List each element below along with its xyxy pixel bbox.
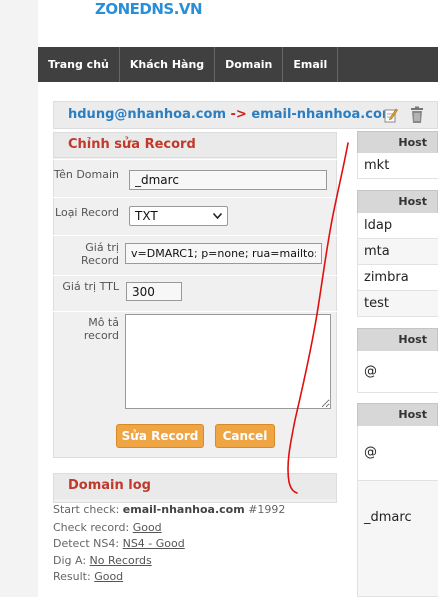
host-row: @ <box>357 351 438 393</box>
edit-record-title: Chỉnh sửa Record <box>54 133 336 158</box>
ttl-input[interactable] <box>126 282 182 301</box>
arrow-separator: -> <box>230 107 247 122</box>
type-select[interactable]: TXT <box>129 206 228 226</box>
log-dig-value[interactable]: No Records <box>90 554 152 567</box>
log-ns4-value[interactable]: NS4 - Good <box>123 537 185 550</box>
log-ns4-label: Detect NS4: <box>53 537 120 550</box>
log-result-label: Result: <box>53 570 91 583</box>
nav-home[interactable]: Trang chủ <box>38 47 120 82</box>
email-domain-bar: hdung@nhanhoa.com -> email-nhanhoa.com <box>53 101 438 129</box>
domain-input[interactable] <box>129 170 327 190</box>
log-start-domain: email-nhanhoa.com <box>122 503 245 516</box>
log-check-record: Check record: Good <box>53 521 162 534</box>
log-start-check: Start check: email-nhanhoa.com #1992 <box>53 503 285 516</box>
host-row: mkt <box>357 153 438 179</box>
chevron-down-icon <box>213 213 222 219</box>
ttl-row: Giá trị TTL <box>53 275 337 307</box>
edit-icon[interactable] <box>384 107 398 123</box>
log-check-value[interactable]: Good <box>133 521 162 534</box>
log-result-value[interactable]: Good <box>94 570 123 583</box>
host-column-header[interactable]: Host <box>357 131 438 155</box>
host-row: @ <box>357 426 438 481</box>
nav-domain[interactable]: Domain <box>215 47 284 82</box>
host-row: zimbra <box>357 265 438 291</box>
value-label: Giá trị Record <box>80 241 119 267</box>
log-dig-a: Dig A: No Records <box>53 554 152 567</box>
nav-email[interactable]: Email <box>283 47 339 82</box>
domain-log-panel: Domain log <box>53 473 337 503</box>
main-navbar: Trang chủ Khách Hàng Domain Email <box>38 47 438 82</box>
trash-icon[interactable] <box>409 106 425 124</box>
log-check-label: Check record: <box>53 521 130 534</box>
log-detect-ns4: Detect NS4: NS4 - Good <box>53 537 185 550</box>
log-result: Result: Good <box>53 570 123 583</box>
ttl-label: Giá trị TTL <box>62 280 119 293</box>
host-row: _dmarc <box>357 481 438 597</box>
log-start-label: Start check: <box>53 503 120 516</box>
value-input[interactable] <box>125 243 322 264</box>
account-email: hdung@nhanhoa.com <box>68 107 226 122</box>
type-select-value: TXT <box>135 209 158 223</box>
domain-log-title: Domain log <box>54 474 336 499</box>
log-start-id: #1992 <box>248 503 286 516</box>
email-domain-text: hdung@nhanhoa.com -> email-nhanhoa.com <box>68 107 395 122</box>
host-row: test <box>357 291 438 317</box>
host-column-header[interactable]: Host <box>357 403 438 427</box>
left-margin <box>0 0 38 597</box>
site-logo[interactable]: ZONEDNS.VN <box>95 0 203 18</box>
domain-label: Tên Domain <box>53 168 119 181</box>
host-column-header[interactable]: Host <box>357 328 438 352</box>
log-dig-label: Dig A: <box>53 554 87 567</box>
host-column-header[interactable]: Host <box>357 190 438 214</box>
save-record-button[interactable]: Sửa Record <box>116 424 204 448</box>
domain-name: email-nhanhoa.com <box>251 107 396 122</box>
nav-customers[interactable]: Khách Hàng <box>120 47 216 82</box>
description-textarea[interactable] <box>125 314 331 409</box>
description-label: Mô tả record <box>83 316 119 342</box>
type-label: Loại Record <box>55 206 119 219</box>
cancel-button[interactable]: Cancel <box>215 424 275 448</box>
host-row: mta <box>357 239 438 265</box>
host-row: ldap <box>357 213 438 239</box>
